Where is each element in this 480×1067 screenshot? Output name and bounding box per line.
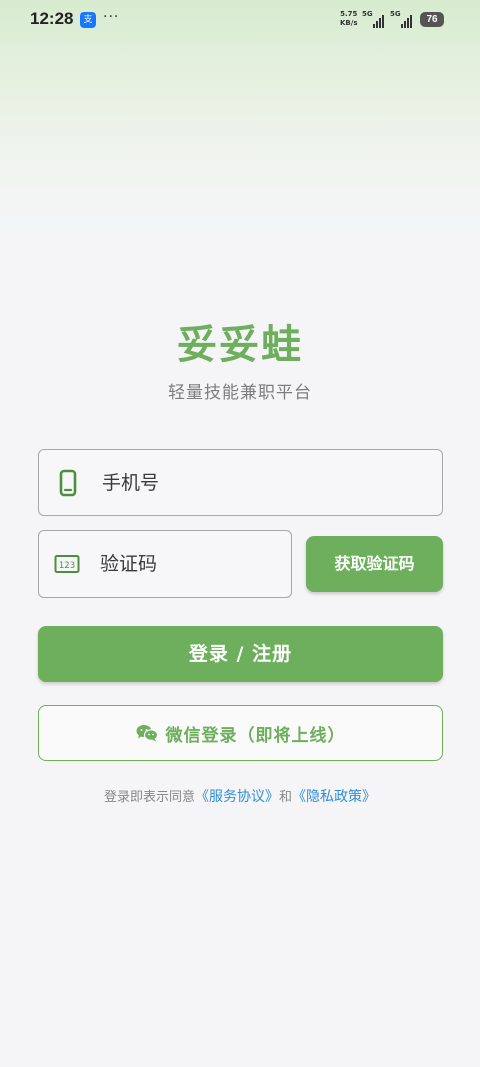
wechat-icon — [136, 724, 158, 742]
code-icon-text: 123 — [59, 561, 75, 571]
phone-icon — [54, 469, 82, 497]
code-icon: 123 — [54, 550, 80, 578]
agreement-conjunction: 和 — [279, 790, 293, 805]
signal-icon-2: 5G — [390, 10, 412, 28]
app-subtitle: 轻量技能兼职平台 — [168, 383, 312, 403]
wechat-login-label: 微信登录（即将上线） — [165, 725, 346, 746]
get-code-button[interactable]: 获取验证码 — [306, 536, 443, 592]
battery-icon: 76 — [420, 12, 444, 27]
wechat-login-button[interactable]: 微信登录（即将上线） — [38, 705, 443, 761]
network-speed: 5.75 KB/s — [340, 10, 357, 28]
signal-1-label: 5G — [362, 10, 373, 18]
phone-input[interactable] — [100, 470, 442, 495]
code-field[interactable]: 123 — [38, 530, 345, 598]
status-bar: 12:28 支 ··· 5.75 KB/s 5G 5G 76 — [0, 0, 480, 40]
login-register-button[interactable]: 登录 / 注册 — [38, 626, 443, 682]
alipay-notification-icon: 支 — [80, 12, 96, 28]
privacy-policy-link[interactable]: 《隐私政策》 — [292, 789, 376, 805]
app-title: 妥妥蛙 — [177, 322, 303, 368]
signal-2-label: 5G — [390, 10, 401, 18]
agreement-prefix: 登录即表示同意 — [103, 790, 195, 805]
network-speed-unit: KB/s — [340, 19, 358, 27]
agreement-text: 登录即表示同意《服务协议》和《隐私政策》 — [0, 786, 480, 806]
network-speed-value: 5.75 — [340, 10, 358, 18]
service-agreement-link[interactable]: 《服务协议》 — [195, 789, 279, 805]
phone-field[interactable] — [38, 449, 443, 516]
signal-icon-1: 5G — [362, 10, 384, 28]
status-time: 12:28 — [30, 9, 74, 28]
more-notifications-icon: ··· — [103, 9, 120, 25]
